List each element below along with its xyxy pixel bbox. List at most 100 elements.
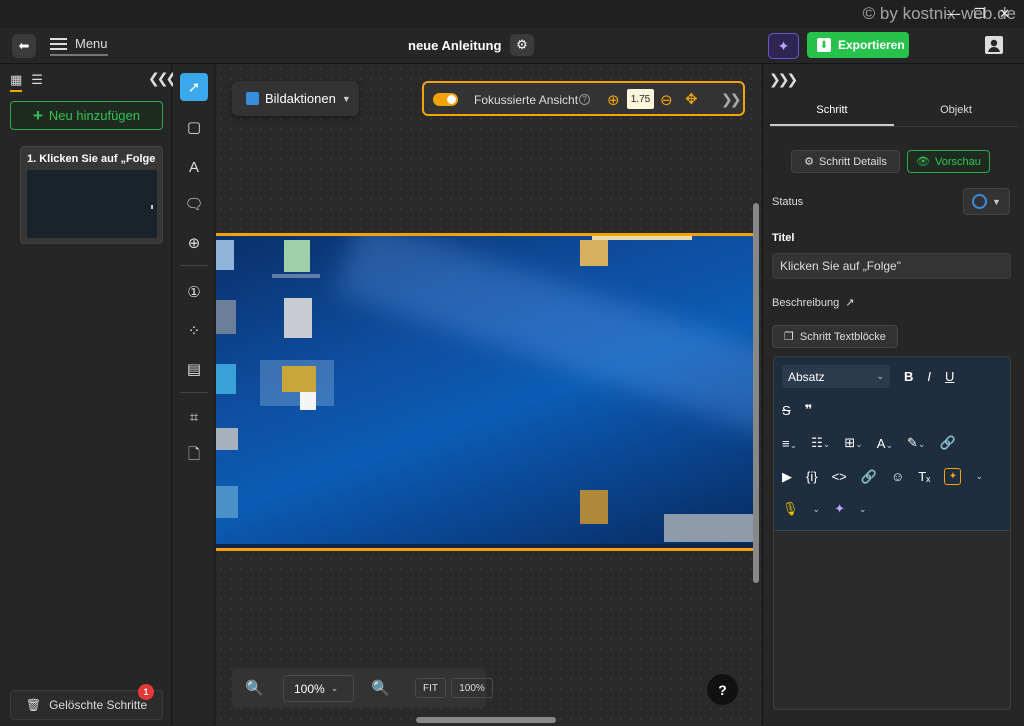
- back-button[interactable]: ⬅: [12, 34, 36, 58]
- add-file-tool[interactable]: 🗋: [180, 442, 208, 470]
- title-label: Titel: [772, 232, 795, 244]
- add-step-button[interactable]: + Neu hinzufügen: [10, 101, 163, 130]
- callout-tool[interactable]: 🗨: [180, 190, 208, 218]
- tool-separator: [180, 392, 208, 393]
- zoom-in-icon[interactable]: 🔍: [371, 679, 390, 697]
- status-select[interactable]: ▼: [963, 188, 1010, 215]
- underline-icon[interactable]: U: [945, 369, 954, 384]
- image-actions-icon: [246, 92, 259, 105]
- eye-icon: 👁: [916, 156, 931, 168]
- quote-icon[interactable]: ❞: [805, 402, 813, 418]
- help-circle-icon[interactable]: ?: [579, 94, 590, 105]
- wallpaper-streak: [336, 236, 754, 455]
- emoji-icon[interactable]: ☺: [891, 469, 904, 484]
- focused-view-toggle[interactable]: [433, 93, 458, 106]
- step-screenshot[interactable]: [216, 233, 754, 551]
- focused-view-label: Fokussierte Ansicht: [474, 93, 579, 107]
- zoom-level-select[interactable]: 100% ⌄: [283, 675, 354, 702]
- taskbar: [216, 544, 754, 548]
- link-icon[interactable]: 🔗: [861, 469, 877, 485]
- chevron-down-icon[interactable]: ⌄: [813, 504, 821, 515]
- vertical-scrollbar[interactable]: [753, 203, 759, 583]
- desktop-icon: [216, 428, 238, 450]
- collapse-right-icon[interactable]: ❯❯❯: [769, 71, 798, 88]
- bullet-list-icon[interactable]: ☷⌄: [811, 435, 830, 451]
- step-textblocks-button[interactable]: ❐ Schritt Textblöcke: [772, 325, 898, 348]
- text-tool[interactable]: A: [180, 153, 208, 181]
- caret-down-icon: ▼: [992, 196, 1001, 207]
- export-button[interactable]: ⬇ Exportieren: [807, 32, 909, 58]
- tab-step[interactable]: Schritt: [770, 96, 894, 126]
- link-icon[interactable]: 🔗: [939, 435, 955, 451]
- desktop-icon: [216, 240, 234, 270]
- deleted-steps-button[interactable]: 🗑 Gelöschte Schritte 1: [10, 684, 163, 720]
- step-card[interactable]: 1. Klicken Sie auf „Folge ...: [20, 146, 163, 244]
- zoom-in-circle-icon[interactable]: ⊕: [607, 91, 620, 109]
- mouse-cursor-icon: [300, 392, 316, 410]
- status-circle-icon: [972, 194, 987, 209]
- add-step-label: Neu hinzufügen: [48, 108, 140, 123]
- rectangle-tool[interactable]: ▢: [180, 113, 208, 141]
- arrow-left-icon: ⬅: [18, 38, 30, 53]
- tab-object[interactable]: Objekt: [894, 96, 1018, 126]
- move-icon[interactable]: ✥: [685, 90, 698, 108]
- hamburger-icon: [50, 37, 67, 50]
- video-icon[interactable]: ▶: [782, 469, 792, 485]
- desktop-icon: [580, 240, 608, 266]
- minimize-icon[interactable]: —: [946, 6, 959, 22]
- ai-sparkle-icon[interactable]: ✦: [944, 468, 962, 485]
- speech-bubble-icon: 🗨: [184, 196, 204, 213]
- number-marker-tool[interactable]: ①: [180, 278, 208, 306]
- step-details-button[interactable]: ⚙ Schritt Details: [791, 150, 900, 173]
- fit-button[interactable]: FIT: [415, 678, 446, 698]
- variable-icon[interactable]: {i}: [806, 469, 818, 484]
- strikethrough-icon[interactable]: S: [782, 403, 791, 418]
- collapse-left-icon[interactable]: ❮❮❮: [148, 70, 177, 87]
- text-icon: A: [188, 158, 199, 176]
- step-thumbnail: [27, 170, 157, 238]
- image-tool[interactable]: ▤: [180, 355, 208, 383]
- app-window: © by kostnix-web.de — ❐ ✕ ⬅ Menu neue An…: [0, 0, 1024, 726]
- chevron-down-icon[interactable]: ⌄: [975, 471, 983, 482]
- clear-format-icon[interactable]: Tₓ: [918, 469, 930, 484]
- focus-zoom-value[interactable]: 1.75: [627, 89, 654, 109]
- paragraph-style-select[interactable]: Absatz ⌄: [782, 365, 890, 388]
- title-input[interactable]: Klicken Sie auf „Folge": [772, 253, 1011, 279]
- number-one-icon: ①: [187, 284, 201, 301]
- user-account-button[interactable]: [982, 33, 1006, 57]
- close-icon[interactable]: ✕: [999, 6, 1010, 22]
- focused-view-bar: Fokussierte Ansicht ? ⊕ 1.75 ⊖ ✥ ❯❯: [422, 81, 745, 116]
- image-actions-dropdown[interactable]: Bildaktionen ▼: [232, 81, 359, 116]
- chevron-down-icon[interactable]: ⌄: [859, 504, 867, 515]
- list-view-icon[interactable]: ☰: [31, 72, 43, 92]
- editor-toolbar-row: ▶ {i} <> 🔗 ☺ Tₓ ✦ ⌄: [782, 468, 983, 485]
- zoom-out-icon[interactable]: 🔍: [245, 679, 264, 697]
- align-left-icon[interactable]: ≡⌄: [782, 436, 797, 451]
- tool-bar: ➚ ▢ A 🗨 ⊕ ① ⁘ ▤ ⌗ 🗋: [173, 64, 215, 726]
- actual-size-button[interactable]: 100%: [451, 678, 493, 698]
- code-icon[interactable]: <>: [832, 469, 847, 484]
- ai-magic-button[interactable]: ✦: [768, 33, 799, 59]
- expand-right-icon[interactable]: ❯❯: [721, 91, 742, 108]
- highlighter-icon[interactable]: ✎⌄: [907, 435, 925, 451]
- maximize-icon[interactable]: ❐: [973, 6, 985, 22]
- horizontal-scrollbar[interactable]: [416, 717, 556, 723]
- external-link-icon[interactable]: ↗: [845, 296, 854, 309]
- blur-tool[interactable]: ⁘: [180, 317, 208, 345]
- font-color-icon[interactable]: A⌄: [877, 436, 893, 451]
- zoom-out-circle-icon[interactable]: ⊖: [660, 91, 673, 109]
- select-tool[interactable]: ➚: [180, 73, 208, 101]
- spotlight-tool[interactable]: ⊕: [180, 229, 208, 257]
- editor-canvas[interactable]: Bildaktionen ▼ Fokussierte Ansicht ? ⊕ 1…: [216, 64, 761, 726]
- preview-button[interactable]: 👁 Vorschau: [907, 150, 990, 173]
- document-settings-button[interactable]: ⚙: [510, 34, 534, 56]
- help-button[interactable]: ?: [707, 674, 738, 705]
- crop-tool[interactable]: ⌗: [180, 403, 208, 431]
- bold-icon[interactable]: B: [904, 369, 913, 384]
- table-icon[interactable]: ⊞⌄: [844, 435, 862, 451]
- grid-view-icon[interactable]: ▦: [10, 72, 23, 92]
- italic-icon[interactable]: I: [927, 369, 931, 384]
- microphone-icon[interactable]: 🎙: [782, 501, 799, 517]
- menu-button[interactable]: Menu: [50, 36, 108, 56]
- magic-wand-icon[interactable]: ✦: [834, 501, 845, 517]
